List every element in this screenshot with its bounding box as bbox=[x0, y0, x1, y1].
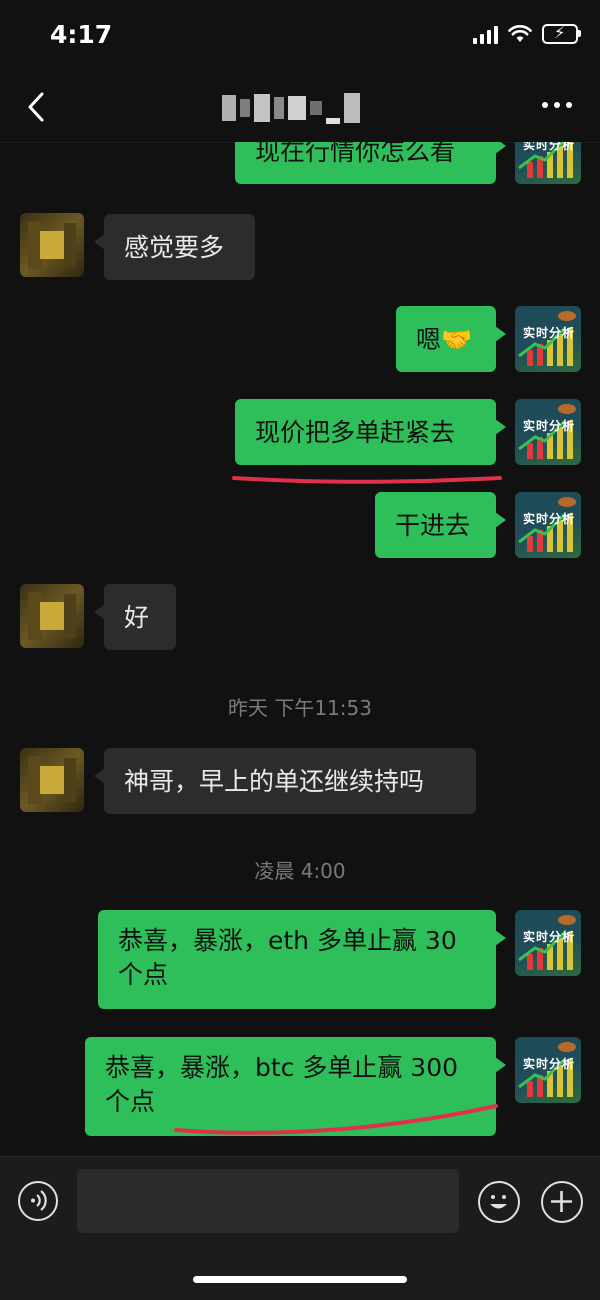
message-text: 恭喜，暴涨，eth 多单止赢 30 个点 bbox=[118, 926, 457, 989]
avatar-brand-text: 实时分析 bbox=[523, 419, 576, 433]
annotation-underline bbox=[232, 476, 502, 484]
more-functions-button[interactable] bbox=[541, 1181, 583, 1223]
annotation-underline bbox=[174, 1104, 498, 1135]
sender-avatar[interactable]: 实时分析 bbox=[515, 1037, 581, 1103]
chat-area[interactable]: 现在行情你怎么看 实时分析 感觉要多 嗯🤝 实时分析 现价把多单赶紧去 实时分析 bbox=[0, 142, 600, 1156]
message-text: 好 bbox=[124, 603, 150, 632]
voice-icon bbox=[31, 1190, 47, 1211]
battery-icon: ⚡ bbox=[542, 23, 581, 44]
contact-avatar[interactable] bbox=[20, 213, 84, 277]
message-text: 嗯🤝 bbox=[416, 325, 473, 354]
message-bubble-outgoing[interactable]: 现在行情你怎么看 bbox=[235, 142, 506, 184]
home-indicator bbox=[193, 1276, 407, 1283]
message-text: 感觉要多 bbox=[124, 233, 225, 262]
status-bar: 4:17 ⚡ bbox=[0, 0, 600, 74]
avatar-brand-text: 实时分析 bbox=[523, 142, 576, 152]
status-time: 4:17 bbox=[50, 20, 113, 49]
contact-avatar[interactable] bbox=[20, 748, 84, 812]
message-text: 神哥，早上的单还继续持吗 bbox=[124, 767, 425, 796]
message-text: 现价把多单赶紧去 bbox=[255, 418, 456, 447]
emoji-button[interactable] bbox=[478, 1181, 520, 1223]
message-bubble-incoming[interactable]: 感觉要多 bbox=[94, 214, 255, 280]
message-text: 现在行情你怎么看 bbox=[255, 142, 456, 166]
sender-avatar[interactable]: 实时分析 bbox=[515, 399, 581, 465]
message-bubble-outgoing[interactable]: 嗯🤝 bbox=[396, 306, 506, 372]
message-bubble-outgoing[interactable]: 干进去 bbox=[375, 492, 506, 558]
emoji-icon bbox=[490, 1195, 507, 1209]
timestamp: 昨天 下午11:53 bbox=[228, 696, 372, 720]
message-bubble-outgoing[interactable]: 恭喜，暴涨，eth 多单止赢 30 个点 bbox=[98, 910, 506, 1009]
message-text: 干进去 bbox=[395, 511, 471, 540]
sender-avatar[interactable]: 实时分析 bbox=[515, 492, 581, 558]
sender-avatar[interactable]: 实时分析 bbox=[515, 306, 581, 372]
message-input[interactable] bbox=[77, 1169, 459, 1233]
sender-avatar[interactable]: 实时分析 bbox=[515, 142, 581, 184]
avatar-brand-text: 实时分析 bbox=[523, 512, 576, 526]
chat-title-obscured bbox=[222, 92, 360, 124]
avatar-brand-text: 实时分析 bbox=[523, 326, 576, 340]
wifi-icon bbox=[508, 25, 532, 42]
plus-icon bbox=[551, 1191, 572, 1212]
cellular-signal-icon bbox=[473, 24, 498, 44]
avatar-brand-text: 实时分析 bbox=[523, 1057, 576, 1071]
avatar-brand-text: 实时分析 bbox=[523, 930, 576, 944]
nav-bar bbox=[0, 74, 600, 143]
sender-avatar[interactable]: 实时分析 bbox=[515, 910, 581, 976]
message-bubble-outgoing[interactable]: 现价把多单赶紧去 bbox=[235, 399, 506, 465]
status-icons: ⚡ bbox=[473, 23, 581, 44]
contact-avatar[interactable] bbox=[20, 584, 84, 648]
more-options-icon[interactable] bbox=[542, 102, 572, 108]
message-bubble-incoming[interactable]: 神哥，早上的单还继续持吗 bbox=[94, 748, 476, 814]
back-icon[interactable] bbox=[22, 90, 52, 124]
timestamp: 凌晨 4:00 bbox=[254, 859, 346, 883]
voice-input-button[interactable] bbox=[18, 1181, 58, 1221]
message-bubble-incoming[interactable]: 好 bbox=[94, 584, 176, 650]
